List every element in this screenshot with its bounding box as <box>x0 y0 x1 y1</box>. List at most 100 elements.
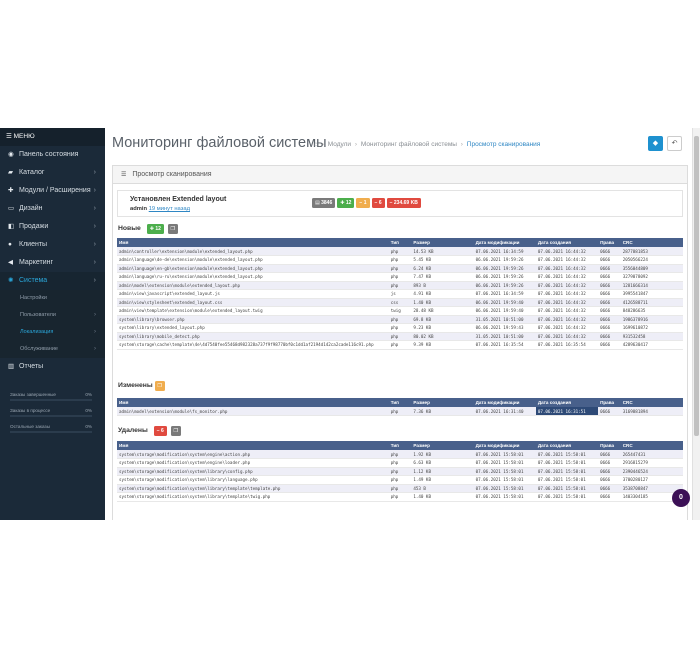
table-cell: 1.49 KB <box>411 475 474 485</box>
table-cell: 6.63 KB <box>411 458 474 468</box>
table-row[interactable]: system\library\browser.php php 69.8 KB 31.0… <box>117 315 683 324</box>
sidebar-item-system[interactable]: ✺ Система › <box>0 272 105 290</box>
column-header[interactable]: Тип <box>388 398 412 407</box>
table-row[interactable]: system\storage\modification\system\libra… <box>117 475 683 485</box>
scroll-thumb[interactable] <box>694 136 699 436</box>
sidebar-subitem[interactable]: Настройки <box>0 290 105 307</box>
sidebar-item-dashboard[interactable]: ◉ Панель состояния <box>0 146 105 164</box>
sidebar-item-design[interactable]: ▭ Дизайн › <box>0 200 105 218</box>
column-header[interactable]: Тип <box>388 238 412 247</box>
table-row[interactable]: admin\view\template\extension\module\ext… <box>117 306 683 316</box>
sidebar-item-sales[interactable]: ◧ Продажи › <box>0 218 105 236</box>
sidebar-item-label: Модули / Расширения <box>19 187 91 194</box>
column-header[interactable]: Имя <box>117 441 389 450</box>
badge-value: 12 <box>345 200 352 206</box>
table-row[interactable]: system\storage\modification\system\engin… <box>117 450 683 459</box>
breadcrumb-item-monitor[interactable]: Мониторинг файловой системы <box>361 141 457 148</box>
table-row[interactable]: admin\model\extension\module\extended_la… <box>117 281 683 290</box>
table-cell: 0666 <box>598 272 621 282</box>
column-header[interactable]: Права <box>598 441 621 450</box>
table-row[interactable]: system\storage\cache\template\4e\4d7540f… <box>117 340 683 350</box>
column-header[interactable]: Дата создания <box>535 398 599 407</box>
column-header[interactable]: CRC <box>620 441 683 450</box>
sidebar-item-reports[interactable]: ▥ Отчеты <box>0 358 105 376</box>
column-header[interactable]: CRC <box>620 238 683 247</box>
new-files-table: Имя Тип Размер Дата модификации Дата создани… <box>117 238 683 350</box>
cart-icon: ◧ <box>8 223 15 230</box>
sidebar-subitem[interactable]: Обслуживание › <box>0 341 105 358</box>
sidebar-subitem[interactable]: Локализация › <box>0 324 105 341</box>
home-icon[interactable]: ⌂ <box>314 141 318 148</box>
breadcrumb-item-scan[interactable]: Просмотр сканирования <box>467 141 541 148</box>
column-header[interactable]: CRC <box>620 398 683 407</box>
install-badge[interactable]: − 234.69 KB <box>386 198 421 208</box>
table-cell: 06.06.2021 19:59:43 <box>473 323 536 333</box>
sidebar-item-label: Каталог <box>19 169 45 176</box>
table-row[interactable]: admin\view\javascript\extended_layout.js… <box>117 289 683 299</box>
sidebar-item-extensions[interactable]: ✚ Модули / Расширения › <box>0 182 105 200</box>
install-badge[interactable]: − 1 <box>356 198 370 208</box>
table-row[interactable]: system\storage\modification\system\libra… <box>117 492 683 502</box>
stat-label: Заказы в процессе <box>10 408 51 413</box>
table-row[interactable]: admin\view\stylesheet\extended_layout.cs… <box>117 298 683 307</box>
back-button[interactable]: ↶ <box>667 136 682 151</box>
table-row[interactable]: system\library\mobile_detect.php php 80.02… <box>117 332 683 341</box>
breadcrumb-item-modules[interactable]: Модули <box>328 141 351 148</box>
column-header[interactable]: Дата модификации <box>473 398 536 407</box>
install-time-link[interactable]: 19 минут назад <box>149 206 190 212</box>
save-button[interactable]: ◆ <box>648 136 663 151</box>
table-row[interactable]: admin\language\ru-ru\extension\module\ex… <box>117 272 683 282</box>
sidebar-item-label: Панель состояния <box>19 151 79 158</box>
table-row[interactable]: system\storage\modification\system\libra… <box>117 484 683 493</box>
list-icon: ☰ <box>121 172 127 178</box>
table-row[interactable]: system\storage\modification\system\engin… <box>117 458 683 468</box>
table-row[interactable]: system\storage\modification\system\libra… <box>117 467 683 476</box>
sidebar-subitem[interactable]: Пользователи › <box>0 307 105 324</box>
copy-icon[interactable]: ❐ <box>154 381 165 391</box>
deleted-count-badge[interactable]: − 6 <box>153 426 167 436</box>
table-cell: php <box>388 272 412 282</box>
stat-row: Остальные заказы 0% <box>10 423 92 430</box>
column-header[interactable]: Дата создания <box>535 441 599 450</box>
table-cell: 06.06.2021 19:59:26 <box>473 281 536 290</box>
hamburger-icon[interactable]: ☰ <box>6 133 12 140</box>
table-cell: php <box>388 475 412 485</box>
sidebar-item-marketing[interactable]: ◀ Маркетинг › <box>0 254 105 272</box>
table-row[interactable]: system\library\extended_layout.php php 9.2… <box>117 323 683 333</box>
copy-icon[interactable]: ❐ <box>170 426 181 436</box>
column-header[interactable]: Имя <box>117 238 389 247</box>
table-row[interactable]: admin\controller\extension\module\extend… <box>117 247 683 256</box>
table-cell: 0666 <box>598 407 621 416</box>
column-header[interactable]: Размер <box>411 238 474 247</box>
install-badge[interactable]: − 6 <box>371 198 385 208</box>
column-header[interactable]: Имя <box>117 398 389 407</box>
column-header[interactable]: Права <box>598 398 621 407</box>
install-badge[interactable]: ✚ 12 <box>337 198 355 208</box>
column-header[interactable]: Тип <box>388 441 412 450</box>
stat-progress-bar <box>10 431 92 433</box>
chat-bubble[interactable]: 0 <box>672 489 690 507</box>
table-cell: 0666 <box>598 281 621 290</box>
table-row[interactable]: admin\language\en-gb\extension\module\ex… <box>117 264 683 273</box>
deleted-files-table: Имя Тип Размер Дата модификации Дата создани… <box>117 441 683 502</box>
table-cell: 0666 <box>598 289 621 299</box>
column-header[interactable]: Размер <box>411 398 474 407</box>
column-header[interactable]: Права <box>598 238 621 247</box>
table-row[interactable]: admin\language\de-de\extension\module\ex… <box>117 255 683 265</box>
table-cell: 07.06.2021 16:44:32 <box>535 306 599 316</box>
table-cell: 07.06.2021 15:58:01 <box>473 484 536 493</box>
deleted-count: 6 <box>161 428 164 434</box>
copy-icon[interactable]: ❐ <box>167 224 178 234</box>
sidebar-item-catalog[interactable]: ▰ Каталог › <box>0 164 105 182</box>
column-header[interactable]: Дата создания <box>535 238 599 247</box>
column-header[interactable]: Дата модификации <box>473 238 536 247</box>
menu-header[interactable]: ☰ МЕНЮ <box>0 128 105 146</box>
table-row[interactable]: admin\model\extension\module\fs_monitor.… <box>117 407 683 416</box>
column-header[interactable]: Размер <box>411 441 474 450</box>
column-header[interactable]: Дата модификации <box>473 441 536 450</box>
install-badge[interactable]: ▤ 3846 <box>312 198 336 208</box>
new-count-badge[interactable]: ✚ 12 <box>146 224 164 234</box>
page-scrollbar[interactable] <box>692 128 700 520</box>
sidebar-item-customers[interactable]: ● Клиенты › <box>0 236 105 254</box>
table-cell: 06.06.2021 19:59:40 <box>473 306 536 316</box>
